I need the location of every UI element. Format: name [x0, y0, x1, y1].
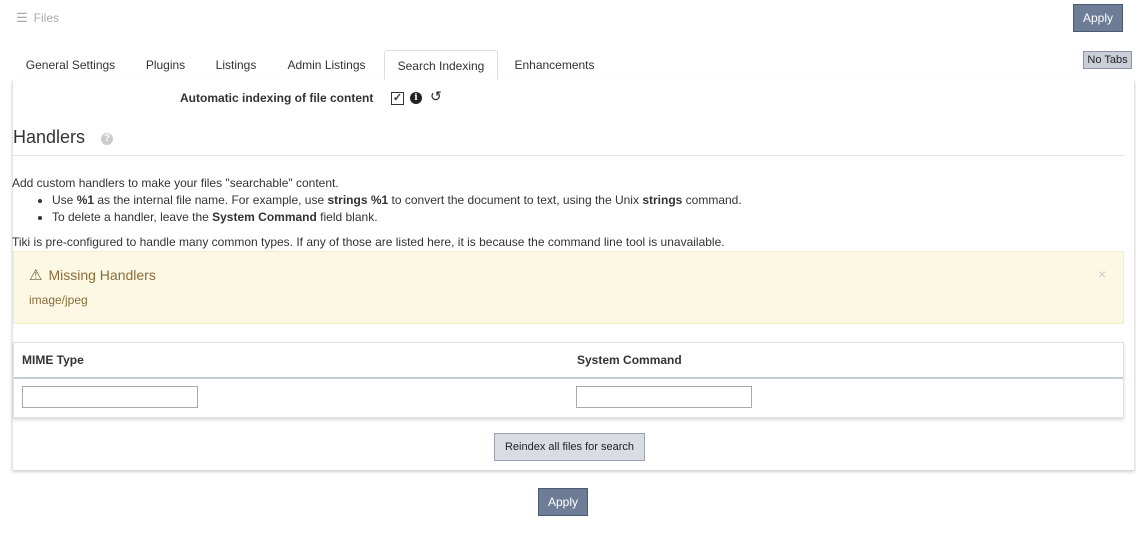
auto-indexing-checkbox[interactable]: ✓: [391, 92, 404, 105]
tab-plugins[interactable]: Plugins: [129, 50, 202, 80]
alert-title: ⚠ Missing Handlers: [29, 266, 156, 284]
list-item: To delete a handler, leave the System Co…: [52, 209, 742, 226]
list-icon: ☰: [16, 10, 28, 25]
tab-listings[interactable]: Listings: [202, 50, 270, 80]
preconfigured-note: Tiki is pre-configured to handle many co…: [12, 235, 725, 249]
tab-search-indexing[interactable]: Search Indexing: [384, 50, 498, 80]
handlers-description: Add custom handlers to make your files "…: [12, 175, 742, 226]
warning-icon: ⚠: [29, 267, 43, 284]
page-title: Files: [33, 11, 59, 25]
column-header-mime-type: MIME Type: [22, 353, 84, 367]
close-icon[interactable]: ×: [1098, 266, 1106, 282]
reset-icon[interactable]: ↺: [430, 88, 442, 105]
tab-admin-listings[interactable]: Admin Listings: [270, 50, 383, 80]
auto-indexing-label: Automatic indexing of file content: [180, 91, 374, 105]
missing-handler-item: image/jpeg: [29, 293, 88, 307]
handlers-heading: Handlers: [13, 127, 86, 147]
tab-enhancements[interactable]: Enhancements: [498, 50, 611, 80]
info-icon[interactable]: i: [410, 92, 422, 104]
reindex-button[interactable]: Reindex all files for search: [494, 433, 645, 461]
handlers-table: MIME Type System Command: [13, 342, 1124, 418]
page-header: ☰ Files: [16, 10, 59, 26]
missing-handlers-alert: [13, 251, 1124, 324]
help-icon[interactable]: ?: [101, 133, 113, 145]
tab-general-settings[interactable]: General Settings: [12, 50, 129, 80]
header-divider: [14, 377, 1123, 379]
apply-button-top[interactable]: Apply: [1073, 4, 1123, 32]
alert-title-text: Missing Handlers: [48, 267, 156, 283]
list-item: Use %1 as the internal file name. For ex…: [52, 192, 742, 209]
apply-button-bottom[interactable]: Apply: [538, 488, 588, 516]
mime-type-input[interactable]: [22, 386, 198, 408]
divider: [13, 155, 1125, 156]
system-command-input[interactable]: [576, 386, 752, 408]
tab-bar: General Settings Plugins Listings Admin …: [12, 50, 1132, 81]
column-header-system-command: System Command: [577, 353, 682, 367]
handlers-intro: Add custom handlers to make your files "…: [12, 176, 339, 190]
